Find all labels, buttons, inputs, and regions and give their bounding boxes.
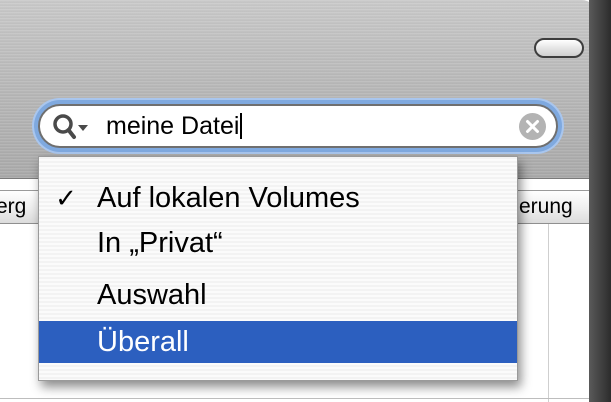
menu-item-local-volumes[interactable]: ✓ Auf lokalen Volumes [39,177,517,219]
clear-search-icon[interactable] [519,113,546,140]
search-input-value: meine Datei [106,112,240,140]
toolbar: meine Datei [0,0,596,179]
menu-item-label: Überall [97,326,189,358]
search-field[interactable]: meine Datei [38,104,558,148]
window: meine Datei erg erung ✓ Auf lokalen Volu… [0,0,611,402]
search-scope-menu: ✓ Auf lokalen Volumes In „Privat“ Auswah… [38,156,518,381]
window-edge [589,0,611,402]
text-caret [240,113,243,139]
menu-item-label: Auf lokalen Volumes [97,182,360,214]
menu-item-label: Auswahl [97,279,207,311]
column-header-right[interactable]: erung [519,194,573,220]
menu-item-everywhere[interactable]: Überall [39,321,517,363]
menu-item-private[interactable]: In „Privat“ [39,222,517,264]
table-divider [0,398,589,399]
search-icon[interactable] [52,112,92,142]
toolbar-toggle-button[interactable] [534,38,584,58]
checkmark-icon: ✓ [55,183,77,213]
menu-item-label: In „Privat“ [97,227,223,259]
menu-item-selection[interactable]: Auswahl [39,274,517,316]
column-divider [548,224,549,402]
column-header-left[interactable]: erg [0,194,26,220]
search-input[interactable]: meine Datei [106,110,243,142]
